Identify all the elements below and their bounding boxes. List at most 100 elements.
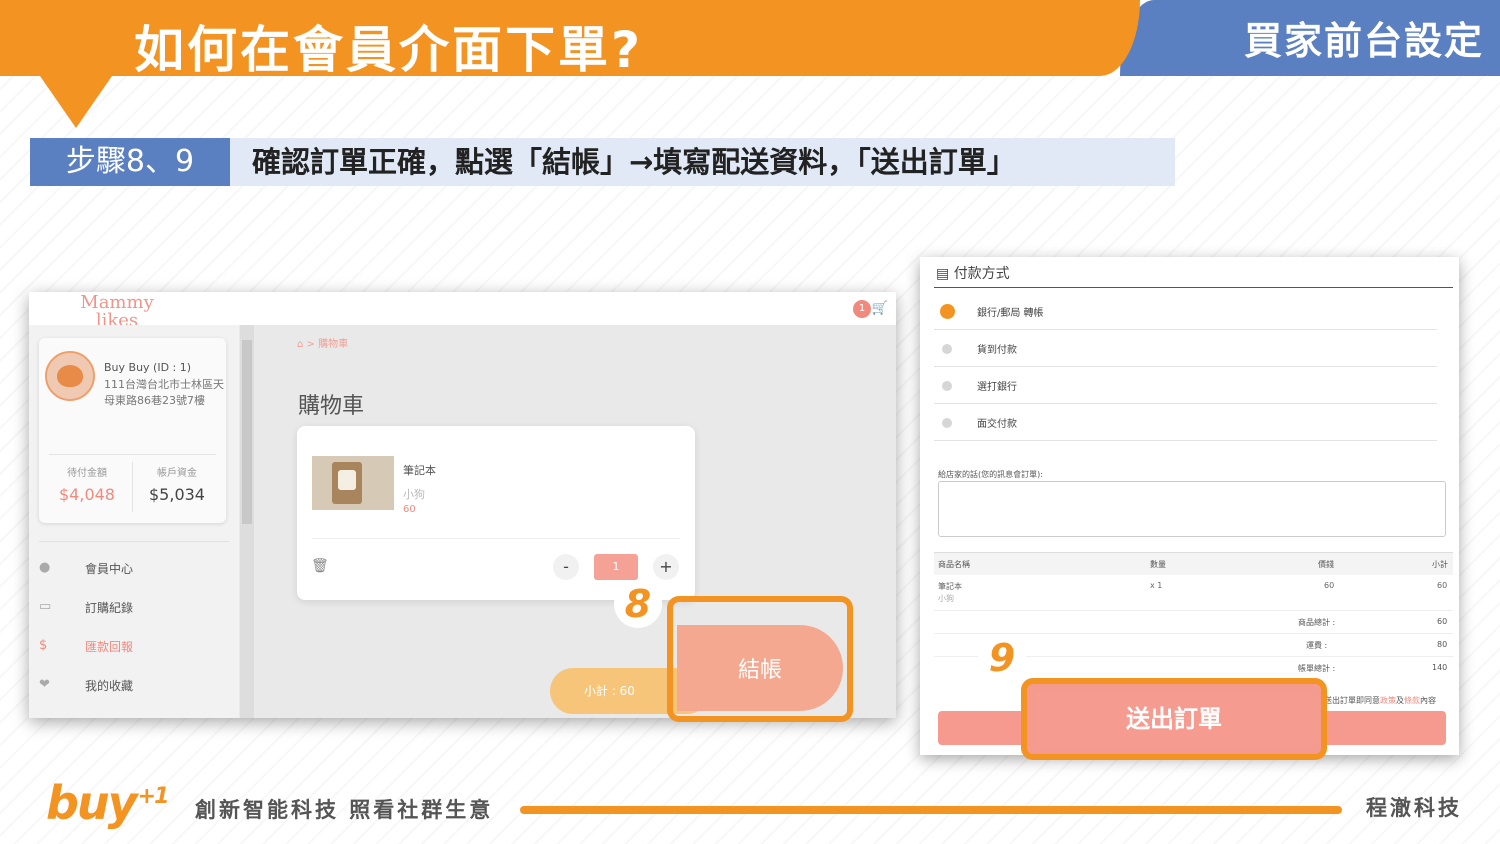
sidebar-item-remittance[interactable]: $ 匯款回報: [29, 628, 239, 666]
logo-superscript: +1: [137, 783, 170, 809]
policy-link[interactable]: 政策: [1380, 696, 1396, 705]
sidebar-item-label: 會員中心: [85, 562, 134, 576]
footer-divider: [520, 806, 1342, 814]
summary-label: 帳單總計 :: [1298, 664, 1336, 673]
sidebar-item-label: 訂購紀錄: [85, 601, 134, 615]
product-name: 筆記本: [403, 464, 436, 477]
sidebar-item-label: 匯款回報: [85, 640, 134, 654]
col-header: 數量: [1150, 560, 1166, 569]
step-marker-8: 8: [614, 580, 662, 628]
stat-balance: 帳戶資金 $5,034: [137, 464, 217, 504]
product-variant: 小狗: [403, 488, 425, 501]
stat-divider: [132, 462, 133, 512]
product-price: 60: [403, 504, 416, 515]
agreement-suffix: 內容: [1420, 696, 1436, 705]
qty-decrease-button[interactable]: -: [553, 554, 579, 580]
heart-icon: ❤: [39, 677, 50, 692]
product-image: [312, 456, 394, 510]
logo-text: buy: [46, 776, 138, 830]
agreement-text: 送出訂單即同意政策及條款內容: [1324, 695, 1436, 706]
submit-order-highlight[interactable]: 送出訂單: [1021, 678, 1327, 760]
stat-label: 帳戶資金: [157, 468, 197, 479]
stat-label: 待付金額: [67, 468, 107, 479]
profile-divider: [49, 454, 216, 455]
stat-pending: 待付金額 $4,048: [47, 464, 127, 504]
cart-icon[interactable]: 🛒: [872, 301, 888, 316]
sidebar-item-favorites[interactable]: ❤ 我的收藏: [29, 667, 239, 705]
note-textarea[interactable]: [938, 481, 1446, 537]
agreement-mid: 及: [1396, 696, 1404, 705]
page-title: 如何在會員介面下單?: [134, 21, 644, 79]
payment-option[interactable]: 銀行/郵局 轉帳: [934, 293, 1437, 330]
breadcrumb: ⌂ > 購物車: [297, 339, 349, 350]
cell-qty: x 1: [1150, 581, 1163, 590]
summary-value: 140: [1432, 663, 1448, 672]
slogan: 創新智能科技 照看社群生意: [195, 798, 494, 822]
member-name: Buy Buy (ID : 1): [104, 361, 192, 374]
profile-card: Buy Buy (ID : 1) 111台灣台北市士林區天母東路86巷23號7樓…: [39, 338, 226, 523]
payment-option-label: 貨到付款: [977, 345, 1017, 356]
cell-price: 60: [1324, 581, 1335, 590]
trash-icon[interactable]: 🗑: [311, 558, 329, 574]
member-sidebar: Buy Buy (ID : 1) 111台灣台北市士林區天母東路86巷23號7樓…: [29, 325, 239, 718]
cart-heading: 購物車: [298, 394, 365, 419]
summary-label: 商品總計 :: [1298, 618, 1336, 627]
payment-heading: ▤ 付款方式: [936, 263, 1010, 283]
payment-option[interactable]: 面交付款: [934, 404, 1437, 441]
order-table-header: 商品名稱 數量 價錢 小計: [934, 552, 1453, 575]
payment-title: 付款方式: [953, 266, 1010, 282]
scrollbar-thumb[interactable]: [242, 340, 252, 524]
sidebar-item-member-center[interactable]: ● 會員中心: [29, 550, 239, 588]
payment-option[interactable]: 貨到付款: [934, 330, 1437, 367]
step-description: 確認訂單正確，點選「結帳」→填寫配送資料，「送出訂單」: [230, 138, 1175, 186]
stat-value: $5,034: [149, 485, 205, 504]
card-icon: ▭: [39, 599, 52, 614]
company-name: 程澈科技: [1366, 796, 1462, 820]
payment-option[interactable]: 選打銀行: [934, 367, 1437, 404]
dollar-icon: $: [39, 638, 48, 653]
summary-value: 60: [1437, 617, 1448, 626]
section-title: 買家前台設定: [1243, 19, 1484, 63]
radio-icon[interactable]: [942, 344, 952, 354]
agreement-prefix: 送出訂單即同意: [1324, 696, 1380, 705]
step-marker-9: 9: [978, 634, 1026, 682]
col-header: 小計: [1432, 560, 1448, 569]
payment-divider: [934, 287, 1453, 288]
wallet-icon: ▤: [936, 266, 950, 282]
summary-value: 80: [1437, 640, 1448, 649]
step-badge: 步驟8、9: [30, 138, 230, 186]
header-notch: [40, 76, 112, 128]
payment-option-label: 面交付款: [977, 419, 1017, 430]
col-header: 商品名稱: [938, 560, 970, 569]
cell-variant: 小狗: [938, 594, 954, 603]
qty-increase-button[interactable]: +: [653, 554, 679, 580]
home-icon[interactable]: ⌂: [297, 339, 303, 350]
cell-name: 筆記本: [938, 582, 962, 591]
user-icon: ●: [39, 560, 51, 575]
submit-order-button[interactable]: 送出訂單: [1027, 684, 1321, 754]
cart-count-badge: 1: [853, 300, 871, 318]
radio-icon[interactable]: [942, 418, 952, 428]
member-address: 111台灣台北市士林區天母東路86巷23號7樓: [104, 378, 224, 407]
qty-input[interactable]: 1: [594, 554, 638, 580]
payment-option-label: 銀行/郵局 轉帳: [977, 308, 1044, 319]
summary-label: 運費 :: [1306, 641, 1328, 650]
menu-divider: [39, 541, 229, 542]
table-row: 筆記本 小狗 x 1 60 60: [934, 575, 1453, 609]
summary-row: 商品總計 : 60: [934, 610, 1453, 633]
header-section-bar: 買家前台設定: [1120, 0, 1500, 76]
cell-subtotal: 60: [1437, 581, 1448, 590]
terms-link[interactable]: 條款: [1404, 696, 1420, 705]
buy-logo: buy+1: [46, 776, 170, 830]
checkout-highlight: [667, 596, 853, 722]
radio-icon[interactable]: [942, 381, 952, 391]
sidebar-item-label: 我的收藏: [85, 679, 134, 693]
cart-item-card: 筆記本 小狗 60 🗑 - 1 +: [297, 426, 695, 600]
card-divider: [312, 538, 680, 539]
col-header: 價錢: [1318, 560, 1334, 569]
note-label: 給店家的話(您的訊息會訂單):: [938, 470, 1043, 479]
stat-value: $4,048: [59, 485, 115, 504]
breadcrumb-current: 購物車: [318, 339, 349, 350]
sidebar-item-orders[interactable]: ▭ 訂購紀錄: [29, 589, 239, 627]
radio-selected-icon[interactable]: [940, 304, 955, 319]
